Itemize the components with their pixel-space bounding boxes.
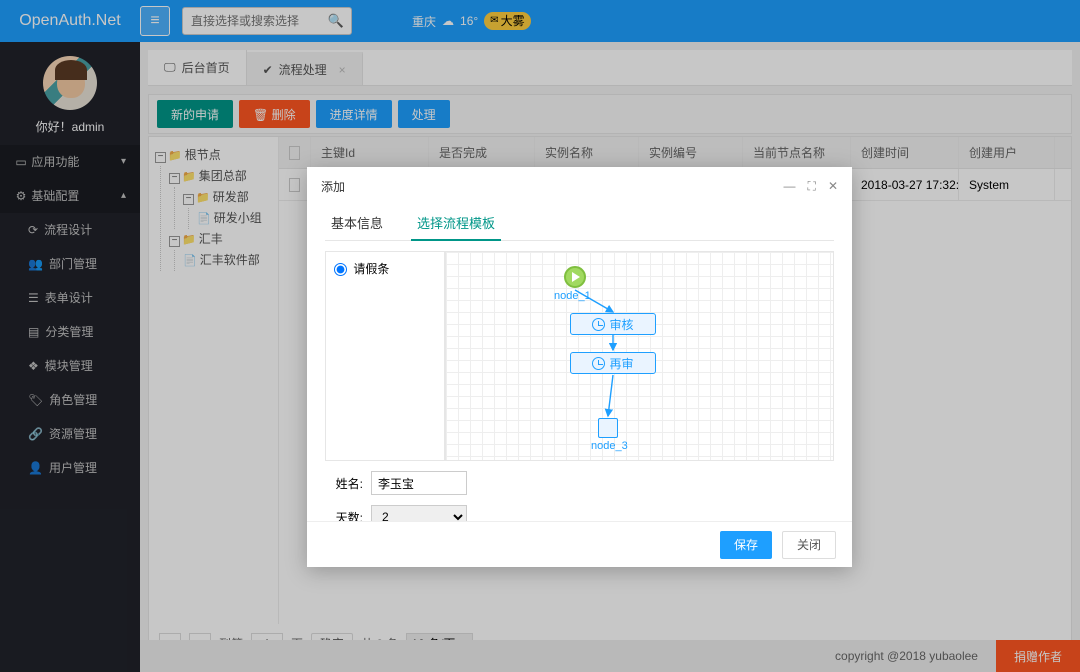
- modal-footer: 保存 关闭: [307, 521, 852, 567]
- flow-node-end[interactable]: [598, 418, 618, 438]
- node-label: node_3: [591, 440, 628, 452]
- form-row-name: 姓名:: [325, 471, 834, 495]
- close-icon[interactable]: ✕: [828, 179, 838, 194]
- gear-icon: [592, 357, 605, 370]
- template-tree: 请假条: [325, 251, 445, 461]
- flow-node-reaudit[interactable]: 再审: [570, 352, 656, 374]
- tab-basic-info[interactable]: 基本信息: [325, 205, 389, 240]
- gear-icon: [592, 318, 605, 331]
- form-row-days: 天数: 2: [325, 505, 834, 521]
- modal-tabs: 基本信息 选择流程模板: [325, 205, 834, 241]
- template-option[interactable]: 请假条: [334, 262, 389, 276]
- save-button[interactable]: 保存: [720, 531, 772, 559]
- name-input[interactable]: [371, 471, 467, 495]
- minimize-icon[interactable]: —: [784, 179, 796, 194]
- node-label: node_1: [554, 290, 591, 302]
- flow-node-review[interactable]: 审核: [570, 313, 656, 335]
- flow-node-start[interactable]: [564, 266, 586, 288]
- days-select[interactable]: 2: [371, 505, 467, 521]
- maximize-icon[interactable]: ⛶: [808, 179, 816, 194]
- flow-canvas[interactable]: node_1 审核 再审 node_3: [445, 251, 834, 461]
- modal: 添加 — ⛶ ✕ 基本信息 选择流程模板 请假条 node_: [307, 167, 852, 567]
- tab-select-template[interactable]: 选择流程模板: [411, 205, 501, 241]
- modal-title: 添加: [321, 178, 345, 195]
- modal-header: 添加 — ⛶ ✕: [307, 167, 852, 205]
- close-button[interactable]: 关闭: [782, 531, 836, 559]
